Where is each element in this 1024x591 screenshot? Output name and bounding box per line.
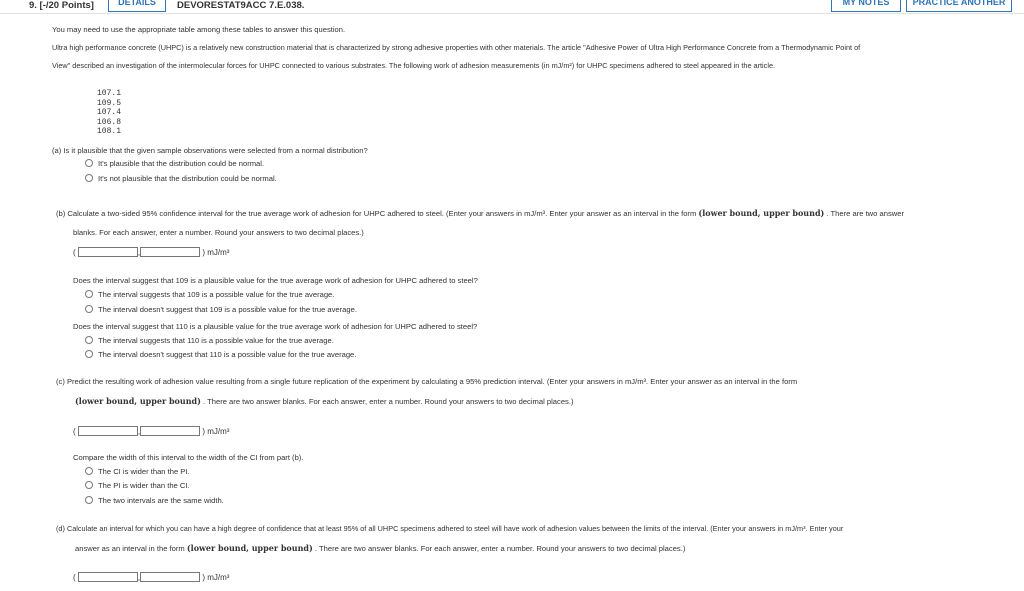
part-c-answer-row: ( , ) mJ/m³ (73, 426, 230, 436)
problem-code: DEVORESTAT9ACC 7.E.038. (177, 0, 305, 11)
question-number: 9. [-/20 Points] (29, 0, 94, 11)
practice-another-button[interactable]: PRACTICE ANOTHER (906, 0, 1012, 12)
part-b-answer-row: ( , ) mJ/m³ (73, 247, 230, 257)
q109-option-2[interactable]: The interval doesn't suggest that 109 is… (85, 305, 357, 315)
part-d-question: (d) Calculate an interval for which you … (56, 524, 844, 533)
upper-bound-input[interactable] (140, 572, 201, 582)
q110-option-1[interactable]: The interval suggests that 110 is a poss… (85, 336, 334, 346)
part-b-q109: Does the interval suggest that 109 is a … (73, 276, 478, 285)
intro-line-1: Ultra high performance concrete (UHPC) i… (52, 43, 861, 52)
part-c-compare: Compare the width of this interval to th… (73, 453, 304, 462)
data-value: 107.4 (97, 108, 122, 117)
part-b-q110: Does the interval suggest that 110 is a … (73, 322, 478, 331)
part-c-option-3[interactable]: The two intervals are the same width. (85, 496, 224, 506)
question-header: 9. [-/20 Points] DETAILS DEVORESTAT9ACC … (0, 0, 1024, 13)
part-a-option-1[interactable]: It's plausible that the distribution cou… (85, 159, 264, 169)
part-b-instructions: blanks. For each answer, enter a number.… (73, 228, 364, 237)
radio-button[interactable] (85, 336, 93, 344)
part-a-option-2[interactable]: It's not plausible that the distribution… (85, 174, 277, 184)
radio-button[interactable] (85, 290, 93, 298)
radio-button[interactable] (85, 481, 93, 489)
part-c-instructions: (lower bound, upper bound) . There are t… (75, 396, 574, 406)
radio-button[interactable] (85, 174, 93, 182)
lower-bound-input[interactable] (77, 426, 138, 436)
part-b-question: (b) Calculate a two-sided 95% confidence… (56, 208, 904, 218)
my-notes-button[interactable]: MY NOTES (831, 0, 901, 12)
radio-button[interactable] (85, 159, 93, 167)
radio-button[interactable] (85, 350, 93, 358)
details-button[interactable]: DETAILS (108, 0, 166, 12)
unit-label: ) mJ/m³ (202, 573, 230, 582)
intro-line-2: View" described an investigation of the … (52, 61, 776, 70)
data-value: 106.8 (97, 117, 122, 127)
radio-button[interactable] (85, 467, 93, 475)
q110-option-2[interactable]: The interval doesn't suggest that 110 is… (85, 350, 356, 360)
upper-bound-input[interactable] (140, 247, 201, 257)
data-value: 107.1 (97, 89, 122, 98)
lower-bound-input[interactable] (77, 572, 138, 582)
upper-bound-input[interactable] (140, 426, 201, 436)
unit-label: ) mJ/m³ (202, 427, 230, 436)
data-value: 108.1 (97, 127, 122, 136)
unit-label: ) mJ/m³ (202, 248, 230, 257)
radio-button[interactable] (85, 496, 93, 504)
part-d-instructions: answer as an interval in the form (lower… (75, 543, 686, 553)
part-c-option-2[interactable]: The PI is wider than the CI. (85, 481, 190, 491)
part-a-question: (a) Is it plausible that the given sampl… (52, 146, 368, 155)
q109-option-1[interactable]: The interval suggests that 109 is a poss… (85, 290, 334, 300)
data-value: 109.5 (97, 98, 122, 108)
header-divider (0, 13, 1024, 14)
table-note: You may need to use the appropriate tabl… (52, 25, 346, 34)
part-d-answer-row: ( , ) mJ/m³ (73, 572, 230, 582)
part-c-question: (c) Predict the resulting work of adhesi… (56, 377, 798, 386)
lower-bound-input[interactable] (77, 247, 138, 257)
radio-button[interactable] (85, 305, 93, 313)
part-c-option-1[interactable]: The CI is wider than the PI. (85, 467, 190, 477)
